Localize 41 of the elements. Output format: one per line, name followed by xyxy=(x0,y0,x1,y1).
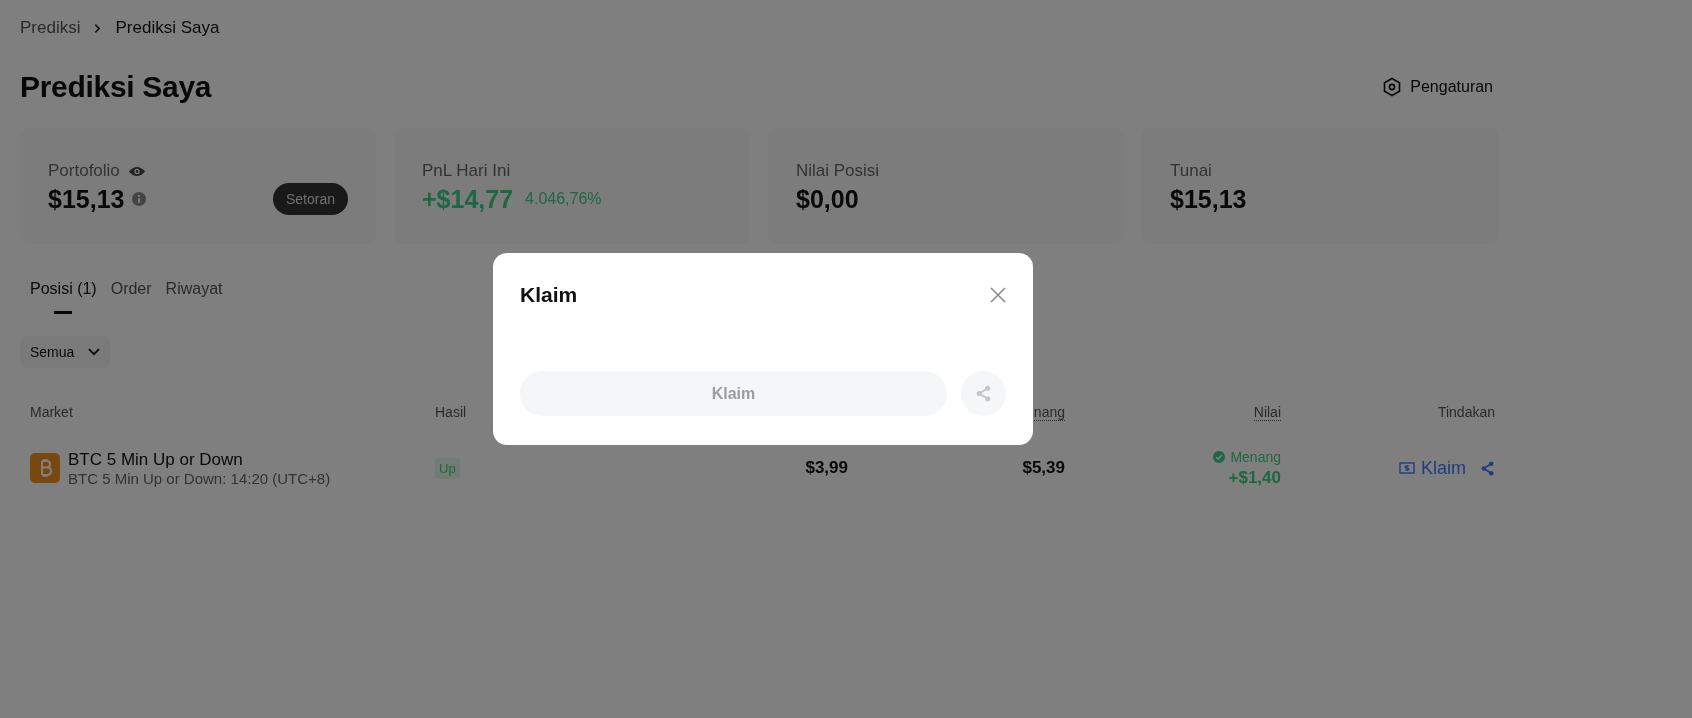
deposit-button[interactable]: Setoran xyxy=(272,183,348,215)
settings-button[interactable]: Pengaturan xyxy=(1382,77,1493,97)
dialog-title: Klaim xyxy=(520,283,578,307)
info-icon[interactable] xyxy=(132,192,147,206)
card-label: Nilai Posisi xyxy=(796,161,880,181)
column-header: Market xyxy=(30,404,73,420)
card-value: $15,13 xyxy=(48,184,125,214)
share-icon[interactable] xyxy=(1480,460,1495,476)
table-cell: $5,39 xyxy=(1022,458,1065,477)
market-name[interactable]: BTC 5 Min Up or Down xyxy=(68,449,331,470)
column-header: Tindakan xyxy=(1437,404,1495,420)
card-label: Portofolio xyxy=(48,161,120,181)
card-value: $0,00 xyxy=(796,184,859,214)
market-detail: BTC 5 Min Up or Down: 14:20 (UTC+8) xyxy=(68,469,331,487)
position-value: +$1,40 xyxy=(1228,467,1281,488)
chevron-down-icon xyxy=(88,348,101,356)
bitcoin-icon xyxy=(30,453,60,483)
share-button[interactable] xyxy=(961,371,1006,416)
column-header: Hasil xyxy=(435,404,467,420)
breadcrumb-link[interactable]: Prediksi xyxy=(20,18,81,38)
card-label: Tunai xyxy=(1170,161,1212,181)
tab[interactable]: Posisi (1) xyxy=(30,280,97,314)
column-header: Nilai xyxy=(1253,404,1281,421)
table-cell: $3,99 xyxy=(805,458,848,477)
tab[interactable]: Order xyxy=(110,280,152,314)
card-value: +$14,77 xyxy=(422,184,514,214)
status-label: Menang xyxy=(1213,448,1281,465)
card-label: PnL Hari Ini xyxy=(422,161,511,181)
page-title: Prediksi Saya xyxy=(20,70,212,104)
check-circle-icon xyxy=(1213,450,1226,463)
settings-icon xyxy=(1382,77,1403,97)
eye-icon[interactable] xyxy=(127,164,146,178)
change-percent: 4.046,76% xyxy=(525,190,602,208)
close-icon[interactable] xyxy=(990,287,1006,303)
claim-link[interactable]: Klaim xyxy=(1399,457,1466,479)
outcome-tag: Up xyxy=(435,458,460,479)
card-value: $15,13 xyxy=(1170,184,1247,214)
filter-dropdown[interactable]: Semua xyxy=(20,336,111,368)
tab[interactable]: Riwayat xyxy=(165,280,223,314)
ticket-icon xyxy=(1399,462,1415,474)
share-icon xyxy=(975,385,992,402)
